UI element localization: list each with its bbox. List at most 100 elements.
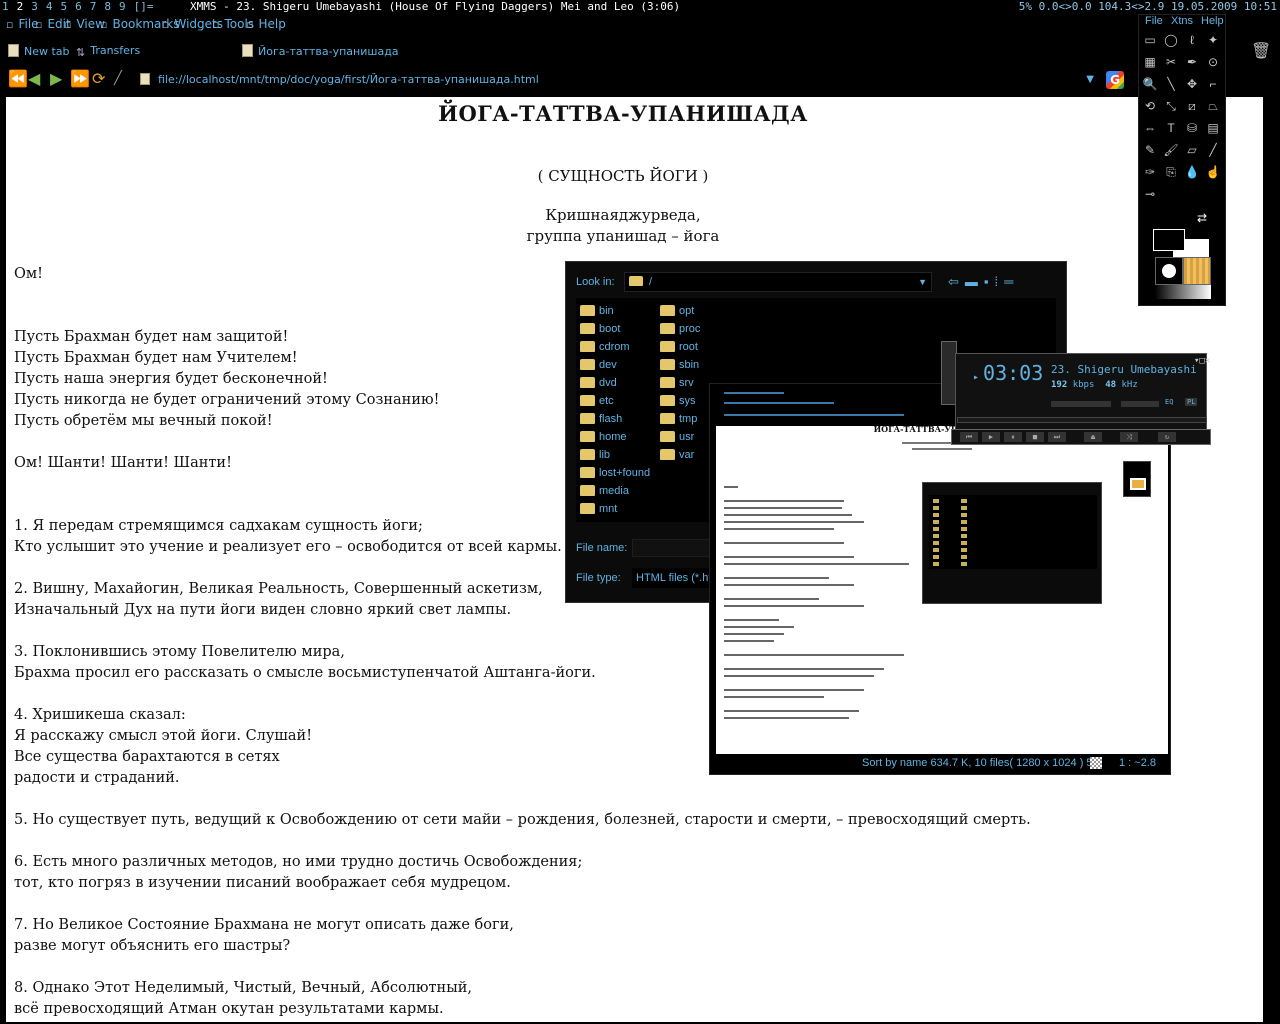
- rotate-icon[interactable]: ⟲: [1141, 97, 1159, 115]
- file-list-item[interactable]: lib: [580, 446, 650, 464]
- fast-forward-icon[interactable]: ⏩: [70, 70, 90, 88]
- detail-view-icon[interactable]: ═: [1004, 274, 1019, 289]
- layout-symbol[interactable]: []=: [134, 0, 154, 13]
- balance-slider[interactable]: [1121, 401, 1159, 407]
- move-icon[interactable]: ✥: [1183, 75, 1201, 93]
- up-folder-icon[interactable]: ▬: [965, 274, 984, 289]
- file-list-item[interactable]: cdrom: [580, 338, 650, 356]
- measure-icon[interactable]: ╲: [1162, 75, 1180, 93]
- tag-4[interactable]: 4: [46, 0, 53, 13]
- dropdown-arrow-icon[interactable]: ▼: [918, 273, 927, 291]
- xmms-dock-icon[interactable]: [1123, 461, 1151, 497]
- menu-file[interactable]: ▫ File: [6, 17, 39, 31]
- new-folder-icon[interactable]: ▪: [984, 274, 995, 289]
- google-search-icon[interactable]: G: [1106, 71, 1124, 89]
- file-list-item[interactable]: dev: [580, 356, 650, 374]
- file-list-item[interactable]: mnt: [580, 500, 650, 518]
- tab-transfers[interactable]: ⇅ Transfers: [76, 44, 140, 59]
- flip-icon[interactable]: ⇔: [1141, 119, 1159, 137]
- tag-6[interactable]: 6: [75, 0, 82, 13]
- file-list-item[interactable]: sys: [660, 392, 700, 410]
- eq-toggle[interactable]: EQ: [1165, 398, 1173, 406]
- rect-select-icon[interactable]: ▭: [1141, 31, 1159, 49]
- reload-icon[interactable]: ⟳: [92, 70, 105, 88]
- wand-icon[interactable]: ╱: [114, 70, 122, 88]
- ellipse-select-icon[interactable]: ◯: [1162, 31, 1180, 49]
- bucket-fill-icon[interactable]: ⛁: [1183, 119, 1201, 137]
- brush-selector[interactable]: [1155, 257, 1183, 285]
- gimp-menu-xtns[interactable]: Xtns: [1171, 15, 1193, 27]
- paintbrush-icon[interactable]: 🖌: [1162, 141, 1180, 159]
- dodge-burn-icon[interactable]: ⊸: [1141, 185, 1159, 203]
- eraser-icon[interactable]: ▱: [1183, 141, 1201, 159]
- tag-1[interactable]: 1: [2, 0, 9, 13]
- tab-current-page[interactable]: Йога-таттва-упанишада: [242, 44, 399, 58]
- gimp-menu-help[interactable]: Help: [1201, 15, 1224, 27]
- tag-8[interactable]: 8: [104, 0, 111, 13]
- tag-9[interactable]: 9: [119, 0, 126, 13]
- file-list-item[interactable]: var: [660, 446, 700, 464]
- paths-icon[interactable]: ✒: [1183, 53, 1201, 71]
- back-arrow-icon[interactable]: ⇦: [948, 274, 965, 289]
- file-list-item[interactable]: bin: [580, 302, 650, 320]
- zoom-icon[interactable]: 🔍: [1141, 75, 1159, 93]
- repeat-icon[interactable]: ↻: [1158, 432, 1176, 442]
- color-picker-icon[interactable]: ⊙: [1204, 53, 1222, 71]
- file-list-item[interactable]: dvd: [580, 374, 650, 392]
- scissors-icon[interactable]: ✂: [1162, 53, 1180, 71]
- tag-3[interactable]: 3: [31, 0, 38, 13]
- shear-icon[interactable]: ⧄: [1183, 97, 1201, 115]
- address-field[interactable]: file://localhost/mnt/tmp/doc/yoga/first/…: [140, 71, 1100, 89]
- scale-icon[interactable]: ⤡: [1162, 97, 1180, 115]
- file-list-item[interactable]: boot: [580, 320, 650, 338]
- tab-new-tab[interactable]: New tab: [8, 44, 70, 58]
- menu-help[interactable]: ▫ Help: [246, 17, 286, 31]
- playlist-toggle[interactable]: PL: [1185, 398, 1198, 406]
- gimp-menu-file[interactable]: File: [1145, 15, 1163, 27]
- seek-bar[interactable]: [957, 417, 1207, 423]
- file-list-item[interactable]: usr: [660, 428, 700, 446]
- smudge-icon[interactable]: ☝: [1204, 163, 1222, 181]
- lasso-icon[interactable]: ℓ: [1183, 31, 1201, 49]
- ink-icon[interactable]: ✑: [1141, 163, 1159, 181]
- color-select-icon[interactable]: ▦: [1141, 53, 1159, 71]
- file-list-item[interactable]: lost+found: [580, 464, 650, 482]
- eject-icon[interactable]: ⏏: [1084, 432, 1102, 442]
- file-list-item[interactable]: tmp: [660, 410, 700, 428]
- clone-icon[interactable]: ⎘: [1162, 163, 1180, 181]
- pattern-selector[interactable]: [1183, 257, 1211, 285]
- blend-icon[interactable]: ▤: [1204, 119, 1222, 137]
- back-icon[interactable]: ◀: [28, 70, 40, 88]
- trash-icon[interactable]: 🗑: [1251, 42, 1271, 60]
- perspective-icon[interactable]: ⏢: [1204, 97, 1222, 115]
- volume-slider[interactable]: [1051, 401, 1111, 407]
- previous-icon[interactable]: ⏮: [960, 432, 978, 442]
- blur-icon[interactable]: 💧: [1183, 163, 1201, 181]
- forward-icon[interactable]: ▶: [50, 70, 62, 88]
- tag-5[interactable]: 5: [61, 0, 68, 13]
- look-in-combo[interactable]: / ▼: [624, 272, 932, 292]
- file-list-item[interactable]: media: [580, 482, 650, 500]
- fuzzy-select-icon[interactable]: ✦: [1204, 31, 1222, 49]
- pause-icon[interactable]: ⏸: [1004, 432, 1022, 442]
- menu-view[interactable]: ▫ View: [64, 17, 105, 31]
- crop-icon[interactable]: ⌐: [1204, 75, 1222, 93]
- gradient-selector[interactable]: [1155, 285, 1211, 299]
- airbrush-icon[interactable]: ╱: [1204, 141, 1222, 159]
- file-list-item[interactable]: sbin: [660, 356, 700, 374]
- shuffle-icon[interactable]: ⤨: [1120, 432, 1138, 442]
- list-view-icon[interactable]: ⁞: [995, 274, 1005, 289]
- file-list-item[interactable]: etc: [580, 392, 650, 410]
- file-list-item[interactable]: proc: [660, 320, 700, 338]
- file-list-item[interactable]: root: [660, 338, 700, 356]
- play-icon[interactable]: ▶: [982, 432, 1000, 442]
- swap-colors-icon[interactable]: ⇄: [1197, 211, 1207, 225]
- file-list-item[interactable]: flash: [580, 410, 650, 428]
- dropdown-arrow-icon[interactable]: ▼: [1086, 71, 1094, 89]
- rewind-icon[interactable]: ⏪: [8, 70, 28, 88]
- stop-icon[interactable]: ■: [1026, 432, 1044, 442]
- file-list-item[interactable]: srv: [660, 374, 700, 392]
- file-list-item[interactable]: home: [580, 428, 650, 446]
- text-icon[interactable]: T: [1162, 119, 1180, 137]
- xmms-time-display[interactable]: ▸ 03:03: [973, 361, 1043, 385]
